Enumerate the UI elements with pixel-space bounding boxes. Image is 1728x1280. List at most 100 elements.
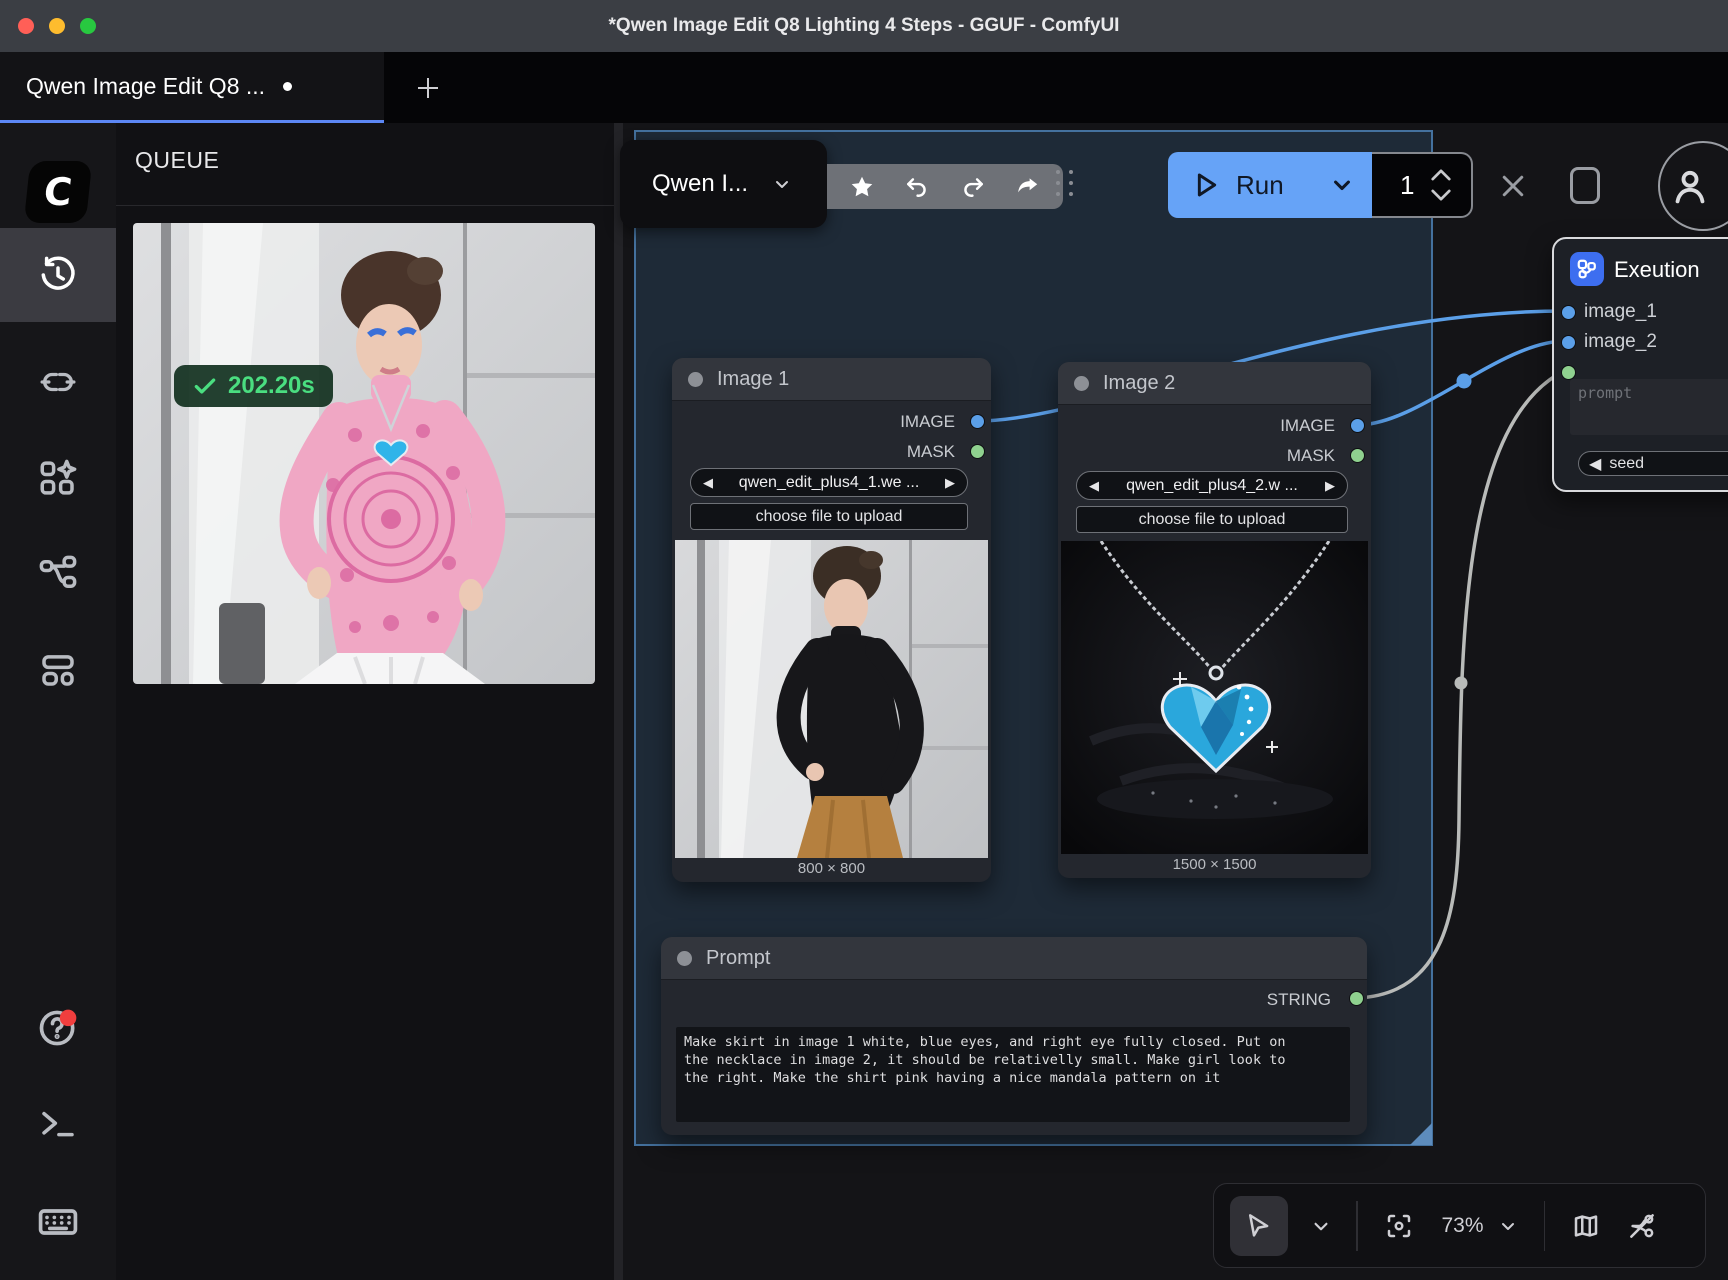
step-up-icon[interactable]: [1430, 168, 1452, 181]
output-label-mask: MASK: [907, 442, 955, 462]
combo-next-icon[interactable]: ▶: [1325, 479, 1335, 492]
tab-label: Qwen Image Edit Q8 ...: [26, 73, 265, 100]
image-file-combo[interactable]: ◀ qwen_edit_plus4_1.we ... ▶: [690, 468, 968, 497]
combo-next-icon[interactable]: ▶: [945, 476, 955, 489]
node-header[interactable]: Image 2: [1058, 362, 1371, 405]
sidebar-item-queue-history[interactable]: [0, 228, 116, 322]
comfyui-window: *Qwen Image Edit Q8 Lighting 4 Steps - G…: [0, 0, 1728, 1280]
zoom-chevron-icon[interactable]: [1496, 1214, 1520, 1238]
output-port-mask[interactable]: [970, 444, 985, 459]
workflow-tabbar: Qwen Image Edit Q8 ...: [0, 52, 1728, 123]
tab-qwen-image-edit[interactable]: Qwen Image Edit Q8 ...: [0, 52, 384, 123]
prompt-input-widget[interactable]: prompt: [1570, 379, 1728, 435]
templates-icon: [37, 649, 79, 691]
node-header[interactable]: Image 1: [672, 358, 991, 401]
output-port-image[interactable]: [970, 414, 985, 429]
combo-prev-icon[interactable]: ◀: [1589, 454, 1601, 474]
node-status-dot-icon: [688, 372, 703, 387]
divider: [116, 205, 614, 206]
cursor-icon: [1244, 1211, 1274, 1241]
star-icon[interactable]: [849, 174, 875, 200]
node-image-1[interactable]: Image 1 IMAGE MASK ◀ qwen_edit_plus4_1.w…: [672, 358, 991, 882]
divider: [1356, 1201, 1358, 1251]
step-down-icon[interactable]: [1430, 189, 1452, 202]
seed-widget[interactable]: ◀ seed: [1578, 451, 1728, 476]
zoom-traffic-light-icon[interactable]: [80, 18, 96, 34]
input-port-image2[interactable]: [1561, 335, 1576, 350]
combo-value: qwen_edit_plus4_2.w ...: [1126, 477, 1298, 495]
play-icon: [1190, 169, 1222, 201]
output-port-string[interactable]: [1349, 991, 1364, 1006]
sidebar-item-help[interactable]: [0, 981, 116, 1075]
select-tool-button[interactable]: [1230, 1196, 1288, 1256]
result-image-pink-sweater: [133, 223, 595, 684]
batch-count-stepper[interactable]: 1: [1372, 152, 1473, 218]
queue-result-thumbnail[interactable]: 202.20s: [133, 223, 595, 684]
image2-preview[interactable]: [1061, 541, 1368, 854]
window-title: *Qwen Image Edit Q8 Lighting 4 Steps - G…: [609, 15, 1120, 37]
stop-square-icon[interactable]: [1570, 167, 1600, 204]
input-label-image1: image_1: [1584, 301, 1657, 323]
image1-preview[interactable]: [675, 540, 988, 858]
input-port-image1[interactable]: [1561, 305, 1576, 320]
node-prompt[interactable]: Prompt STRING Make skirt in image 1 whit…: [661, 937, 1367, 1135]
combo-prev-icon[interactable]: ◀: [1089, 479, 1099, 492]
output-label-mask: MASK: [1287, 446, 1335, 466]
combo-prev-icon[interactable]: ◀: [703, 476, 713, 489]
sidebar-item-logo[interactable]: C: [0, 145, 116, 239]
sidebar-item-model-library[interactable]: [0, 335, 116, 429]
node-execution[interactable]: Exeution image_1 image_2 prompt ◀ seed: [1552, 237, 1728, 492]
zoom-level[interactable]: 73%: [1442, 1214, 1484, 1238]
sidebar-item-shortcuts[interactable]: [0, 1175, 116, 1269]
prompt-text-widget[interactable]: Make skirt in image 1 white, blue eyes, …: [676, 1027, 1350, 1122]
input-port-prompt[interactable]: [1561, 365, 1576, 380]
output-port-image[interactable]: [1350, 418, 1365, 433]
minimap-icon[interactable]: [1571, 1211, 1601, 1241]
redo-icon[interactable]: [959, 173, 987, 201]
share-icon[interactable]: [1015, 174, 1041, 200]
image-file-combo[interactable]: ◀ qwen_edit_plus4_2.w ... ▶: [1076, 471, 1348, 500]
output-port-mask[interactable]: [1350, 448, 1365, 463]
tool-options-chevron-icon[interactable]: [1308, 1213, 1334, 1239]
new-tab-button[interactable]: [408, 68, 448, 108]
workflow-actions-bar: [827, 164, 1063, 209]
close-traffic-light-icon[interactable]: [18, 18, 34, 34]
chevron-down-icon: [770, 172, 794, 196]
link-visibility-off-icon[interactable]: [1627, 1211, 1657, 1241]
minimize-traffic-light-icon[interactable]: [49, 18, 65, 34]
user-icon: [1667, 163, 1713, 209]
node-title: Exeution: [1614, 257, 1700, 283]
toolbar-drag-handle-icon[interactable]: [1056, 170, 1075, 196]
sidebar-item-node-library[interactable]: [0, 431, 116, 525]
keyboard-icon: [36, 1200, 80, 1244]
history-icon: [37, 254, 79, 296]
image-size-caption: 1500 × 1500: [1058, 856, 1371, 873]
workflow-name: Qwen I...: [652, 170, 748, 198]
subgraph-icon: [1570, 252, 1604, 286]
panel-resize-handle[interactable]: [614, 123, 623, 1280]
workflow-selector[interactable]: Qwen I...: [620, 140, 827, 228]
run-label: Run: [1236, 170, 1284, 201]
choose-file-button[interactable]: choose file to upload: [690, 503, 968, 530]
run-options-chevron-icon[interactable]: [1328, 171, 1356, 199]
sidebar-item-templates[interactable]: [0, 623, 116, 717]
output-label-image: IMAGE: [1280, 416, 1335, 436]
sidebar-rail: C: [0, 123, 116, 1280]
cancel-run-icon[interactable]: [1498, 171, 1528, 201]
sidebar-item-terminal[interactable]: [0, 1078, 116, 1172]
fit-view-icon[interactable]: [1384, 1211, 1414, 1241]
unsaved-dot-icon: [283, 82, 292, 91]
batch-count-value: 1: [1400, 170, 1414, 201]
model-link-icon: [38, 362, 78, 402]
undo-icon[interactable]: [903, 173, 931, 201]
check-icon: [192, 373, 218, 399]
group-resize-corner[interactable]: [1410, 1123, 1432, 1145]
canvas-controls-toolbar: 73%: [1213, 1183, 1706, 1268]
node-header[interactable]: Prompt: [661, 937, 1367, 980]
seed-label: seed: [1609, 455, 1644, 473]
node-status-dot-icon: [677, 951, 692, 966]
sidebar-item-workflows[interactable]: [0, 527, 116, 621]
run-button[interactable]: Run: [1168, 152, 1372, 218]
choose-file-button[interactable]: choose file to upload: [1076, 506, 1348, 533]
node-image-2[interactable]: Image 2 IMAGE MASK ◀ qwen_edit_plus4_2.w…: [1058, 362, 1371, 878]
